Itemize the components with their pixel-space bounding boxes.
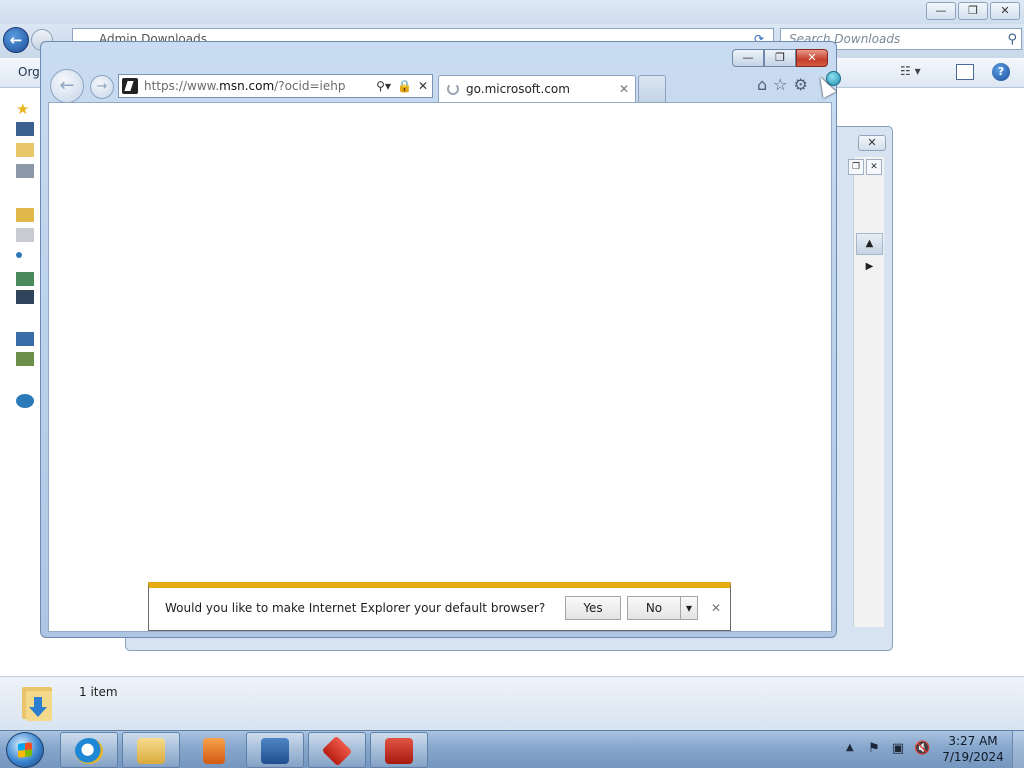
action-center-flag-icon[interactable]: ⚑ [866,741,882,757]
tab-close-icon[interactable]: ✕ [619,76,629,103]
libraries-icon[interactable] [16,208,34,222]
background-window-scroll-area: ❐ ✕ ▲ ▶ [848,157,884,627]
home-icon[interactable]: ⌂ [757,75,767,94]
notification-message: Would you like to make Internet Explorer… [165,601,546,615]
clock-date: 7/19/2024 [942,750,1004,764]
pictures-icon[interactable] [16,272,34,286]
ie-restore-button[interactable]: ❐ [764,49,796,67]
ie-minimize-button[interactable]: — [732,49,764,67]
no-button[interactable]: No [627,596,681,620]
windows-logo-icon [18,742,32,758]
ie-close-button[interactable]: ✕ [796,49,828,67]
music-icon[interactable] [16,252,22,258]
item-count: 1 item [79,685,118,699]
start-button[interactable] [6,732,44,768]
tab-label: go.microsoft.com [466,82,570,96]
preview-pane-icon[interactable] [956,64,974,80]
toolbox-icon [321,735,353,767]
taskbar-internet-explorer[interactable] [60,732,118,768]
help-icon[interactable]: ? [992,63,1010,81]
new-tab-button[interactable] [638,75,666,102]
internet-explorer-window: — ❐ ✕ ← → https://www.msn.com/?ocid=iehp… [40,41,837,638]
favorites-icon[interactable]: ☆ [773,75,787,94]
inner-close-button[interactable]: ✕ [866,159,882,175]
internet-explorer-icon [75,738,103,764]
scroll-up-button[interactable]: ▲ [856,233,883,255]
computer-icon[interactable] [16,332,34,346]
ie-address-bar[interactable]: https://www.msn.com/?ocid=iehp ⚲▾ 🔒 ✕ [118,74,433,98]
taskbar-server-manager[interactable] [246,732,304,768]
views-icon[interactable]: ☷ ▾ [900,64,940,82]
no-options-dropdown[interactable]: ▾ [680,596,698,620]
taskbar-toolbox[interactable] [308,732,366,768]
explorer-back-button[interactable]: ← [3,27,29,53]
downloads-folder-icon [22,687,52,721]
notification-close-icon[interactable]: ✕ [711,601,721,615]
search-icon[interactable]: ⚲ [1007,30,1017,50]
downloads-folder-icon[interactable] [16,143,34,157]
network-tray-icon[interactable]: ▣ [890,741,906,757]
videos-icon[interactable] [16,290,34,304]
explorer-close-button[interactable]: ✕ [990,2,1020,20]
background-window-close-button[interactable]: ✕ [858,135,886,151]
ie-back-button[interactable]: ← [50,69,84,103]
default-browser-notification: Would you like to make Internet Explorer… [148,582,731,631]
tools-gear-icon[interactable]: ⚙ [794,75,808,94]
explorer-details-pane: 1 item [0,676,1024,730]
folder-icon [137,738,165,764]
msn-site-icon [122,78,138,94]
stop-icon[interactable]: ✕ [418,75,428,97]
url-text[interactable]: https://www.msn.com/?ocid=iehp [144,75,345,97]
documents-icon[interactable] [16,228,34,242]
explorer-restore-button[interactable]: ❐ [958,2,988,20]
taskbar: ▲ ⚑ ▣ 🔇 3:27 AM 7/19/2024 [0,730,1024,768]
show-desktop-button[interactable] [1012,731,1024,768]
toolbox-2-icon [385,738,413,764]
explorer-titlebar: — ❐ ✕ [0,0,1024,24]
favorites-star-icon[interactable]: ★ [16,100,34,118]
expand-arrow-icon[interactable]: ▶ [856,257,883,279]
local-disk-icon[interactable] [16,352,34,366]
address-search-icon[interactable]: ⚲▾ [376,75,391,97]
explorer-minimize-button[interactable]: — [926,2,956,20]
recent-places-icon[interactable] [16,164,34,178]
volume-muted-icon[interactable]: 🔇 [914,741,930,757]
desktop-icon[interactable] [16,122,34,136]
taskbar-windows-explorer[interactable] [122,732,180,768]
show-hidden-icons-button[interactable]: ▲ [846,742,854,753]
inner-restore-button[interactable]: ❐ [848,159,864,175]
server-manager-icon [261,738,289,764]
clock-time: 3:27 AM [948,734,998,748]
taskbar-media-player[interactable] [184,732,242,768]
media-player-icon [203,738,225,764]
loading-spinner-icon [447,83,459,95]
taskbar-toolbox-2[interactable] [370,732,428,768]
network-icon[interactable] [16,394,34,408]
page-content[interactable] [48,102,832,632]
yes-button[interactable]: Yes [565,596,621,620]
tab-go-microsoft[interactable]: go.microsoft.com ✕ [438,75,636,102]
clock[interactable]: 3:27 AM 7/19/2024 [940,733,1006,765]
lock-icon[interactable]: 🔒 [397,75,412,97]
ie-forward-button[interactable]: → [90,75,114,99]
